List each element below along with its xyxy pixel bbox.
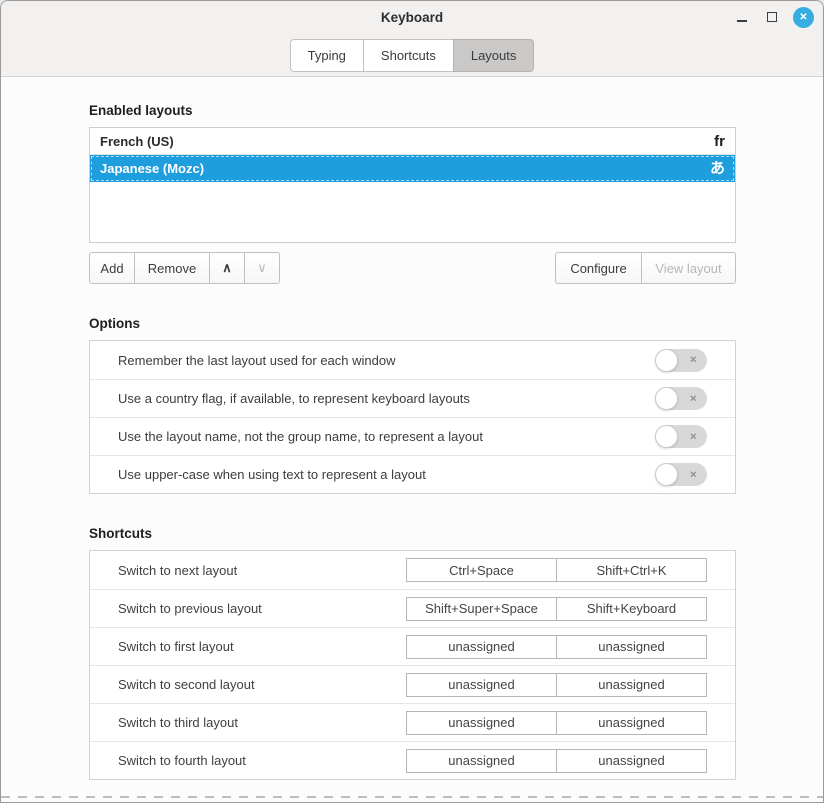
shortcut-row-second-layout: Switch to second layout unassigned unass… bbox=[90, 665, 735, 703]
configure-button[interactable]: Configure bbox=[555, 252, 642, 284]
minimize-icon bbox=[737, 20, 747, 22]
binding-group: unassigned unassigned bbox=[406, 711, 707, 735]
window-controls: ✕ bbox=[733, 1, 814, 33]
binding-group: unassigned unassigned bbox=[406, 673, 707, 697]
tab-shortcuts[interactable]: Shortcuts bbox=[363, 39, 454, 72]
toggle-upper-case[interactable]: ✕ bbox=[655, 463, 707, 486]
option-row-upper-case: Use upper-case when using text to repres… bbox=[90, 455, 735, 493]
enabled-layouts-list: French (US) fr Japanese (Mozc) あ bbox=[89, 127, 736, 243]
shortcuts-panel: Switch to next layout Ctrl+Space Shift+C… bbox=[89, 550, 736, 780]
layout-badge-ja: あ bbox=[710, 161, 725, 176]
binding-cell-primary[interactable]: unassigned bbox=[407, 636, 556, 658]
binding-cell-primary[interactable]: unassigned bbox=[407, 750, 556, 772]
tab-typing[interactable]: Typing bbox=[290, 39, 364, 72]
toggle-layout-name[interactable]: ✕ bbox=[655, 425, 707, 448]
toggle-remember-layout[interactable]: ✕ bbox=[655, 349, 707, 372]
chevron-up-icon: ∧ bbox=[222, 260, 232, 276]
move-up-button[interactable]: ∧ bbox=[209, 252, 245, 284]
shortcut-label: Switch to previous layout bbox=[118, 601, 262, 616]
shortcut-row-next-layout: Switch to next layout Ctrl+Space Shift+C… bbox=[90, 551, 735, 589]
chevron-down-icon: ∨ bbox=[257, 260, 267, 276]
layout-name: Japanese (Mozc) bbox=[100, 161, 204, 176]
binding-cell-secondary[interactable]: unassigned bbox=[556, 674, 706, 696]
close-icon: ✕ bbox=[799, 12, 807, 23]
binding-group: unassigned unassigned bbox=[406, 635, 707, 659]
toggle-knob bbox=[655, 425, 678, 448]
shortcut-row-fourth-layout: Switch to fourth layout unassigned unass… bbox=[90, 741, 735, 779]
window-title: Keyboard bbox=[381, 10, 443, 25]
options-heading: Options bbox=[89, 316, 736, 331]
option-row-layout-name: Use the layout name, not the group name,… bbox=[90, 417, 735, 455]
toggle-knob bbox=[655, 387, 678, 410]
option-row-country-flag: Use a country flag, if available, to rep… bbox=[90, 379, 735, 417]
toggle-off-icon: ✕ bbox=[689, 431, 697, 442]
binding-cell-primary[interactable]: unassigned bbox=[407, 674, 556, 696]
option-row-remember-layout: Remember the last layout used for each w… bbox=[90, 341, 735, 379]
layout-list-actions: Add Remove ∧ ∨ Configure View layout bbox=[89, 252, 736, 284]
layouts-page: Enabled layouts French (US) fr Japanese … bbox=[1, 103, 823, 803]
option-label: Use the layout name, not the group name,… bbox=[118, 429, 483, 444]
move-down-button[interactable]: ∨ bbox=[244, 252, 280, 284]
option-label: Use a country flag, if available, to rep… bbox=[118, 391, 470, 406]
binding-group: unassigned unassigned bbox=[406, 749, 707, 773]
shortcut-label: Switch to fourth layout bbox=[118, 753, 246, 768]
shortcut-label: Switch to first layout bbox=[118, 639, 234, 654]
remove-button[interactable]: Remove bbox=[134, 252, 210, 284]
maximize-button[interactable] bbox=[763, 8, 781, 26]
toggle-knob bbox=[655, 463, 678, 486]
toggle-off-icon: ✕ bbox=[689, 393, 697, 404]
shortcut-label: Switch to next layout bbox=[118, 563, 237, 578]
binding-cell-secondary[interactable]: Shift+Keyboard bbox=[556, 598, 706, 620]
tab-layouts[interactable]: Layouts bbox=[453, 39, 535, 72]
shortcut-label: Switch to second layout bbox=[118, 677, 255, 692]
shortcut-row-third-layout: Switch to third layout unassigned unassi… bbox=[90, 703, 735, 741]
option-label: Remember the last layout used for each w… bbox=[118, 353, 395, 368]
enabled-layouts-heading: Enabled layouts bbox=[89, 103, 736, 118]
add-button[interactable]: Add bbox=[89, 252, 135, 284]
tab-bar: Typing Shortcuts Layouts bbox=[1, 33, 823, 76]
layout-name: French (US) bbox=[100, 134, 174, 149]
binding-cell-primary[interactable]: Shift+Super+Space bbox=[407, 598, 556, 620]
edit-button-group: Add Remove ∧ ∨ bbox=[89, 252, 280, 284]
layout-row-japanese[interactable]: Japanese (Mozc) あ bbox=[90, 155, 735, 182]
shortcut-label: Switch to third layout bbox=[118, 715, 238, 730]
layout-row-french[interactable]: French (US) fr bbox=[90, 128, 735, 155]
shortcut-row-first-layout: Switch to first layout unassigned unassi… bbox=[90, 627, 735, 665]
maximize-icon bbox=[767, 12, 777, 22]
shortcut-row-previous-layout: Switch to previous layout Shift+Super+Sp… bbox=[90, 589, 735, 627]
configure-button-group: Configure View layout bbox=[555, 252, 736, 284]
view-layout-button[interactable]: View layout bbox=[641, 252, 736, 284]
binding-group: Ctrl+Space Shift+Ctrl+K bbox=[406, 558, 707, 582]
keyboard-window: Keyboard ✕ Typing Shortcuts Layouts bbox=[0, 0, 824, 803]
shortcuts-heading: Shortcuts bbox=[89, 526, 736, 541]
minimize-button[interactable] bbox=[733, 8, 751, 26]
tab-group: Typing Shortcuts Layouts bbox=[290, 39, 535, 76]
binding-cell-secondary[interactable]: unassigned bbox=[556, 750, 706, 772]
toggle-knob bbox=[655, 349, 678, 372]
option-label: Use upper-case when using text to repres… bbox=[118, 467, 426, 482]
window-header: Keyboard ✕ Typing Shortcuts Layouts bbox=[1, 1, 823, 77]
binding-cell-secondary[interactable]: unassigned bbox=[556, 712, 706, 734]
binding-cell-primary[interactable]: unassigned bbox=[407, 712, 556, 734]
titlebar[interactable]: Keyboard ✕ bbox=[1, 1, 823, 33]
binding-cell-primary[interactable]: Ctrl+Space bbox=[407, 559, 556, 581]
toggle-country-flag[interactable]: ✕ bbox=[655, 387, 707, 410]
toggle-off-icon: ✕ bbox=[689, 469, 697, 480]
binding-group: Shift+Super+Space Shift+Keyboard bbox=[406, 597, 707, 621]
options-panel: Remember the last layout used for each w… bbox=[89, 340, 736, 494]
binding-cell-secondary[interactable]: unassigned bbox=[556, 636, 706, 658]
binding-cell-secondary[interactable]: Shift+Ctrl+K bbox=[556, 559, 706, 581]
resize-dashed-indicator bbox=[1, 796, 823, 798]
close-button[interactable]: ✕ bbox=[793, 7, 814, 28]
layout-badge-fr: fr bbox=[714, 134, 725, 149]
toggle-off-icon: ✕ bbox=[689, 355, 697, 366]
